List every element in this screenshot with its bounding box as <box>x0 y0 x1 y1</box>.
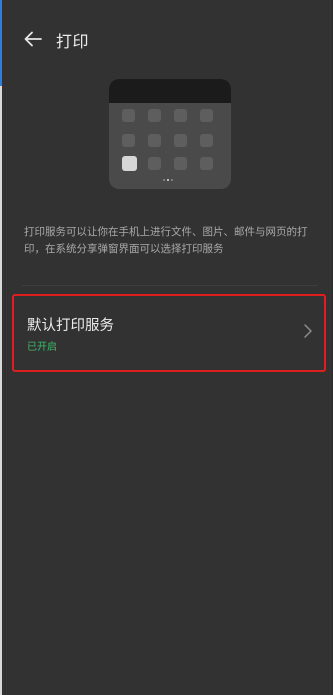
header: 打印 <box>2 0 332 80</box>
phone-app-grid-illustration <box>109 79 231 189</box>
chevron-right-icon <box>304 324 312 338</box>
arrow-left-icon <box>24 31 42 47</box>
print-settings-screen: 打印 打印服务可以让你在手机上进行文件、图片、邮件与网页的打印，在系统分享弹窗界… <box>2 0 332 695</box>
print-service-description: 打印服务可以让你在手机上进行文件、图片、邮件与网页的打印，在系统分享弹窗界面可以… <box>24 226 308 255</box>
default-print-service-label: 默认打印服务 <box>27 318 114 334</box>
divider <box>22 285 318 286</box>
back-button[interactable] <box>20 26 46 52</box>
page-title: 打印 <box>56 32 90 51</box>
default-print-service-status: 已开启 <box>27 342 57 353</box>
default-print-service-item[interactable]: 默认打印服务 已开启 <box>12 294 326 372</box>
